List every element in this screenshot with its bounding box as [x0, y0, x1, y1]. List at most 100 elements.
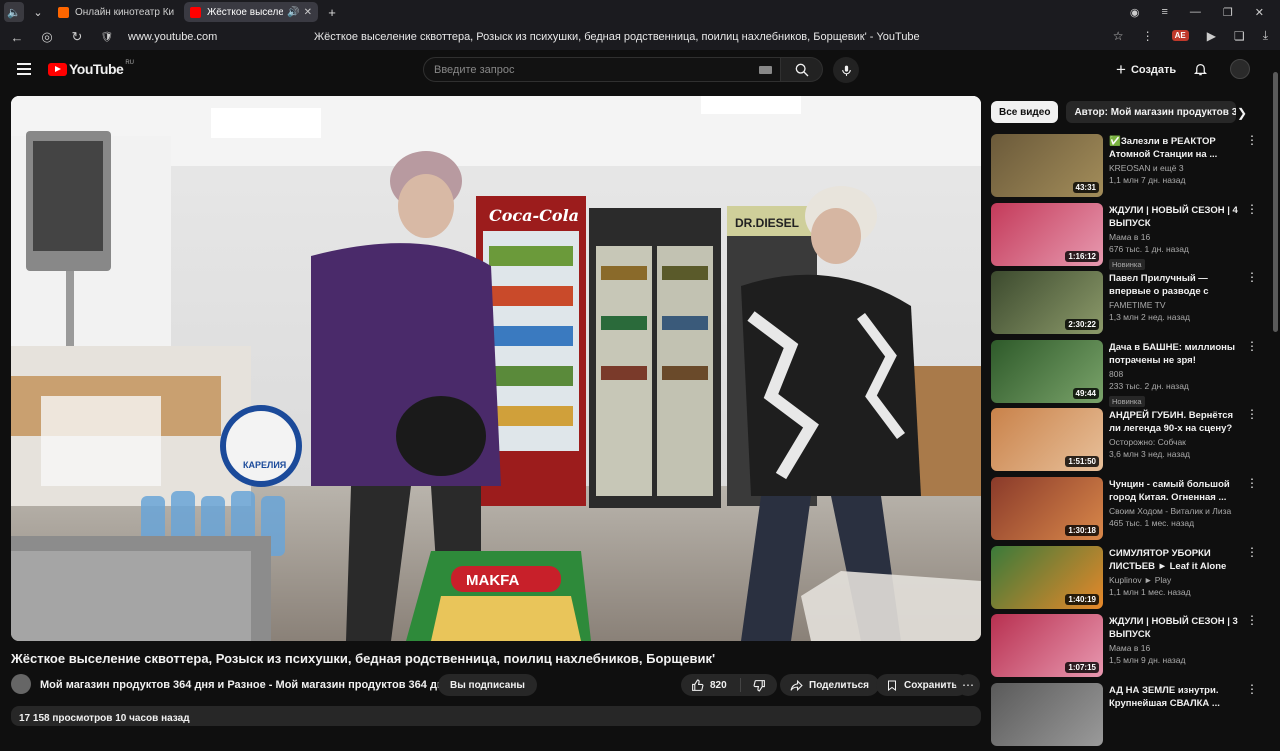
minimize-icon[interactable]: —: [1190, 6, 1201, 18]
more-vert-icon[interactable]: ⋮: [1246, 134, 1258, 146]
bookmark-icon[interactable]: ☆: [1113, 29, 1124, 43]
recommendation-item[interactable]: 1:30:18 Чунцин - самый большой город Кит…: [991, 476, 1266, 546]
chip-author[interactable]: Автор: Мой магазин продуктов 364 дня: [1066, 101, 1237, 123]
more-vert-icon[interactable]: ⋮: [1142, 29, 1154, 43]
recommendation-item[interactable]: АД НА ЗЕМЛЕ изнутри. Крупнейшая СВАЛКА .…: [991, 682, 1266, 751]
collections-icon[interactable]: ❏: [1234, 29, 1245, 43]
share-button[interactable]: Поделиться: [780, 674, 880, 696]
video-thumbnail[interactable]: [991, 682, 1103, 746]
recommendation-title[interactable]: Чунцин - самый большой город Китая. Огне…: [1109, 478, 1245, 504]
youtube-logo[interactable]: YouTube RU: [48, 60, 134, 77]
channel-avatar[interactable]: [11, 674, 31, 694]
search-button[interactable]: [781, 57, 823, 82]
create-label: Создать: [1130, 64, 1177, 76]
video-thumbnail[interactable]: 43:31: [991, 134, 1103, 197]
recommendation-item[interactable]: 1:40:19 СИМУЛЯТОР УБОРКИ ЛИСТЬЕВ ► Leaf …: [991, 545, 1266, 615]
recommendation-channel[interactable]: FAMETIME TV: [1109, 300, 1245, 310]
recommendation-channel[interactable]: Мама в 16: [1109, 643, 1245, 653]
recommendation-item[interactable]: 1:51:50 АНДРЕЙ ГУБИН. Вернётся ли легенд…: [991, 408, 1266, 477]
channel-name[interactable]: Мой магазин продуктов 364 дня и Разное -…: [40, 679, 450, 691]
more-vert-icon[interactable]: ⋮: [1246, 546, 1258, 558]
recommendation-title[interactable]: СИМУЛЯТОР УБОРКИ ЛИСТЬЕВ ► Leaf it Alone: [1109, 547, 1245, 573]
subscribed-button[interactable]: Вы подписаны: [438, 674, 537, 696]
profile-icon[interactable]: ◉: [1130, 6, 1140, 19]
page-scrollbar[interactable]: [1271, 50, 1280, 720]
search-input[interactable]: [434, 63, 744, 76]
recommendation-channel[interactable]: Kuplinov ► Play: [1109, 575, 1245, 585]
site-info-icon[interactable]: 🛡: [94, 32, 120, 43]
more-vert-icon[interactable]: ⋮: [1246, 203, 1258, 215]
recommendation-info: ЖДУЛИ | НОВЫЙ СЕЗОН | 4 ВЫПУСК Мама в 16…: [1109, 204, 1245, 272]
recommendation-item[interactable]: 2:30:22 Павел Прилучный — впервые о разв…: [991, 271, 1266, 340]
audio-tab-icon[interactable]: 🔈: [4, 2, 24, 22]
new-tab-icon[interactable]: +: [322, 2, 342, 22]
video-thumbnail[interactable]: 49:44: [991, 339, 1103, 403]
recommendation-title[interactable]: АНДРЕЙ ГУБИН. Вернётся ли легенда 90-х н…: [1109, 409, 1245, 435]
extension-badge[interactable]: AE: [1171, 30, 1189, 41]
hamburger-menu-icon[interactable]: [17, 63, 31, 75]
recommendation-title[interactable]: ✅Залезли в РЕАКТОР Атомной Станции на ..…: [1109, 135, 1245, 161]
video-thumbnail[interactable]: 1:40:19: [991, 545, 1103, 609]
more-vert-icon[interactable]: ⋮: [1246, 477, 1258, 489]
dislike-button[interactable]: [741, 679, 777, 692]
recommendation-channel[interactable]: Мама в 16: [1109, 232, 1245, 242]
more-vert-icon[interactable]: ⋮: [1246, 340, 1258, 352]
recommendation-channel[interactable]: Осторожно: Собчак: [1109, 437, 1245, 447]
video-thumbnail[interactable]: 1:30:18: [991, 476, 1103, 540]
more-vert-icon[interactable]: ⋮: [1246, 408, 1258, 420]
video-thumbnail[interactable]: 2:30:22: [991, 271, 1103, 335]
protect-icon[interactable]: ◎: [34, 29, 60, 45]
more-vert-icon[interactable]: ⋮: [1246, 271, 1258, 283]
recommendation-item[interactable]: 49:44 Дача в БАШНЕ: миллионы потрачены н…: [991, 339, 1266, 409]
recommendation-channel[interactable]: 808: [1109, 369, 1245, 379]
notifications-button[interactable]: [1193, 61, 1208, 82]
browser-tab-0[interactable]: Онлайн кинотеатр Кинопоиск: [52, 2, 180, 22]
recommendation-meta: 1,5 млн 9 дн. назад: [1109, 655, 1186, 666]
chip-all-videos[interactable]: Все видео: [991, 101, 1059, 123]
recommendation-title[interactable]: Павел Прилучный — впервые о разводе с Аг…: [1109, 272, 1245, 298]
video-thumbnail[interactable]: 1:16:12: [991, 202, 1103, 266]
close-window-icon[interactable]: ✕: [1255, 6, 1264, 19]
recommendation-item[interactable]: 43:31 ✅Залезли в РЕАКТОР Атомной Станции…: [991, 134, 1266, 203]
plus-icon: +: [1116, 60, 1126, 79]
more-vert-icon[interactable]: ⋮: [1246, 683, 1258, 695]
tabs-menu-icon[interactable]: ⌄: [28, 2, 48, 22]
download-icon[interactable]: ⤓: [1263, 28, 1268, 43]
recommendation-title[interactable]: Дача в БАШНЕ: миллионы потрачены не зря!: [1109, 341, 1245, 367]
create-button[interactable]: + Создать: [1110, 60, 1182, 80]
view-count: 17 158 просмотров 10 часов назад: [19, 713, 190, 724]
recommendation-item[interactable]: 1:07:15 ЖДУЛИ | НОВЫЙ СЕЗОН | 3 ВЫПУСК М…: [991, 614, 1266, 683]
scrollbar-thumb[interactable]: [1273, 72, 1278, 332]
more-vert-icon[interactable]: ⋮: [1246, 614, 1258, 626]
recommendation-title[interactable]: ЖДУЛИ | НОВЫЙ СЕЗОН | 3 ВЫПУСК: [1109, 615, 1245, 641]
voice-search-button[interactable]: [833, 57, 859, 83]
browser-menu-icon[interactable]: ≡: [1161, 6, 1167, 18]
browser-tab-1[interactable]: Жёсткое выселение скв 🔊 ✕: [184, 2, 318, 22]
description-box[interactable]: 17 158 просмотров 10 часов назад: [11, 706, 981, 726]
recommendation-title[interactable]: ЖДУЛИ | НОВЫЙ СЕЗОН | 4 ВЫПУСК: [1109, 204, 1245, 230]
video-player[interactable]: КАРЕЛИЯ Coca-Cola DR.DIESEL MAKFA: [11, 96, 981, 641]
media-icon[interactable]: ▶: [1207, 29, 1216, 43]
like-button[interactable]: 820: [681, 678, 741, 692]
user-avatar[interactable]: [1230, 59, 1250, 79]
recommendation-meta: 1,1 млн 7 дн. назад: [1109, 175, 1186, 185]
video-frame: КАРЕЛИЯ Coca-Cola DR.DIESEL MAKFA: [11, 96, 981, 641]
keyboard-icon[interactable]: [759, 66, 772, 74]
url-field[interactable]: www.youtube.com: [128, 31, 328, 43]
coca-cola-sign: Coca-Cola: [489, 206, 579, 225]
chevron-right-icon[interactable]: ❯: [1237, 106, 1247, 120]
video-thumbnail[interactable]: 1:51:50: [991, 408, 1103, 472]
recommendation-channel[interactable]: KREOSAN и ещё 3: [1109, 163, 1245, 173]
reload-icon[interactable]: ↻: [64, 29, 90, 45]
recommendation-channel[interactable]: Своим Ходом - Виталик и Лиза: [1109, 506, 1245, 516]
recommendation-item[interactable]: 1:16:12 ЖДУЛИ | НОВЫЙ СЕЗОН | 4 ВЫПУСК М…: [991, 202, 1266, 272]
save-button[interactable]: Сохранить: [876, 674, 968, 696]
recommendation-title[interactable]: АД НА ЗЕМЛЕ изнутри. Крупнейшая СВАЛКА .…: [1109, 684, 1245, 710]
back-icon[interactable]: ←: [4, 30, 30, 45]
video-thumbnail[interactable]: 1:07:15: [991, 614, 1103, 678]
address-bar: ← ◎ ↻ 🛡 www.youtube.com Жёсткое выселени…: [0, 24, 1280, 50]
recommendation-info: Чунцин - самый большой город Китая. Огне…: [1109, 478, 1245, 528]
restore-icon[interactable]: ❐: [1223, 6, 1233, 19]
close-tab-icon[interactable]: ✕: [304, 7, 312, 18]
more-actions-button[interactable]: ⋯: [956, 674, 980, 696]
